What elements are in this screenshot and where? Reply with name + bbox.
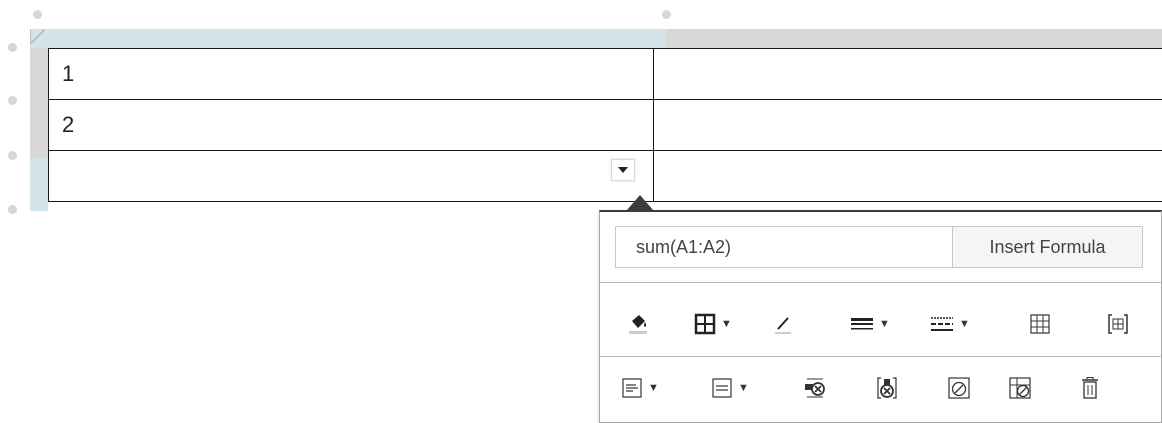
clear-cell-button[interactable] [939, 368, 979, 408]
merge-cells-button[interactable] [1098, 304, 1138, 344]
popup-pointer [627, 195, 653, 210]
cell-b2[interactable] [652, 99, 1162, 151]
fill-color-button[interactable] [618, 304, 658, 344]
clear-table-button[interactable] [1000, 368, 1040, 408]
column-header-b[interactable] [666, 29, 1162, 48]
table-row: 2 [48, 99, 1162, 151]
delete-table-button[interactable] [1070, 368, 1110, 408]
borders-button[interactable]: ▼ [684, 304, 742, 344]
fill-color-icon [626, 312, 650, 336]
clear-table-icon [1008, 376, 1032, 400]
insert-formula-button[interactable]: Insert Formula [952, 227, 1142, 267]
formula-bar: Insert Formula [615, 226, 1143, 268]
merge-cells-icon [1107, 313, 1129, 335]
toolbar-divider [600, 282, 1161, 283]
cell-a3[interactable] [48, 150, 654, 202]
table-row: 1 [48, 48, 1162, 100]
cell-menu-button[interactable] [610, 159, 635, 181]
row-resize-handle[interactable] [8, 96, 17, 105]
delete-row-icon [803, 376, 827, 400]
cell-toolbar-popup: Insert Formula ▼ [599, 210, 1162, 423]
spreadsheet-table: 1 2 [48, 48, 1162, 202]
formula-input[interactable] [616, 227, 952, 267]
row-header-3[interactable] [30, 158, 48, 211]
select-all-corner[interactable] [30, 29, 47, 45]
delete-row-button[interactable] [795, 368, 835, 408]
border-style-button[interactable]: ▼ [920, 304, 980, 344]
table-row [48, 150, 1162, 202]
split-cell-button[interactable] [1020, 304, 1060, 344]
chevron-down-icon: ▼ [879, 318, 890, 330]
row-resize-handle[interactable] [8, 43, 17, 52]
border-style-icon [930, 315, 954, 333]
toolbar-row-1: ▼ ▼ ▼ [600, 304, 1161, 344]
clear-cell-icon [947, 376, 971, 400]
delete-column-button[interactable] [867, 368, 907, 408]
chevron-down-icon: ▼ [959, 318, 970, 330]
row-header-1-2[interactable] [30, 48, 48, 158]
row-resize-handle[interactable] [8, 151, 17, 160]
cell-b1[interactable] [652, 48, 1162, 100]
border-width-icon [850, 315, 874, 333]
split-cell-icon [1029, 313, 1051, 335]
chevron-down-icon: ▼ [648, 382, 659, 394]
horizontal-align-icon [621, 377, 643, 399]
horizontal-align-button[interactable]: ▼ [612, 368, 668, 408]
chevron-down-icon: ▼ [721, 318, 732, 330]
trash-icon [1079, 376, 1101, 400]
cell-a2[interactable]: 2 [48, 99, 654, 151]
row-resize-handle[interactable] [8, 205, 17, 214]
cell-a1[interactable]: 1 [48, 48, 654, 100]
toolbar-divider [600, 356, 1161, 357]
column-resize-handle[interactable] [662, 10, 671, 19]
column-header-a[interactable] [30, 29, 666, 48]
chevron-down-icon: ▼ [738, 382, 749, 394]
vertical-align-button[interactable]: ▼ [702, 368, 758, 408]
column-resize-handle[interactable] [33, 10, 42, 19]
borders-icon [694, 313, 716, 335]
border-width-button[interactable]: ▼ [840, 304, 900, 344]
delete-column-icon [875, 376, 899, 400]
vertical-align-icon [711, 377, 733, 399]
toolbar-row-2: ▼ ▼ [600, 368, 1161, 408]
cell-b3[interactable] [652, 150, 1162, 202]
border-color-button[interactable] [763, 304, 803, 344]
border-color-icon [772, 313, 794, 335]
